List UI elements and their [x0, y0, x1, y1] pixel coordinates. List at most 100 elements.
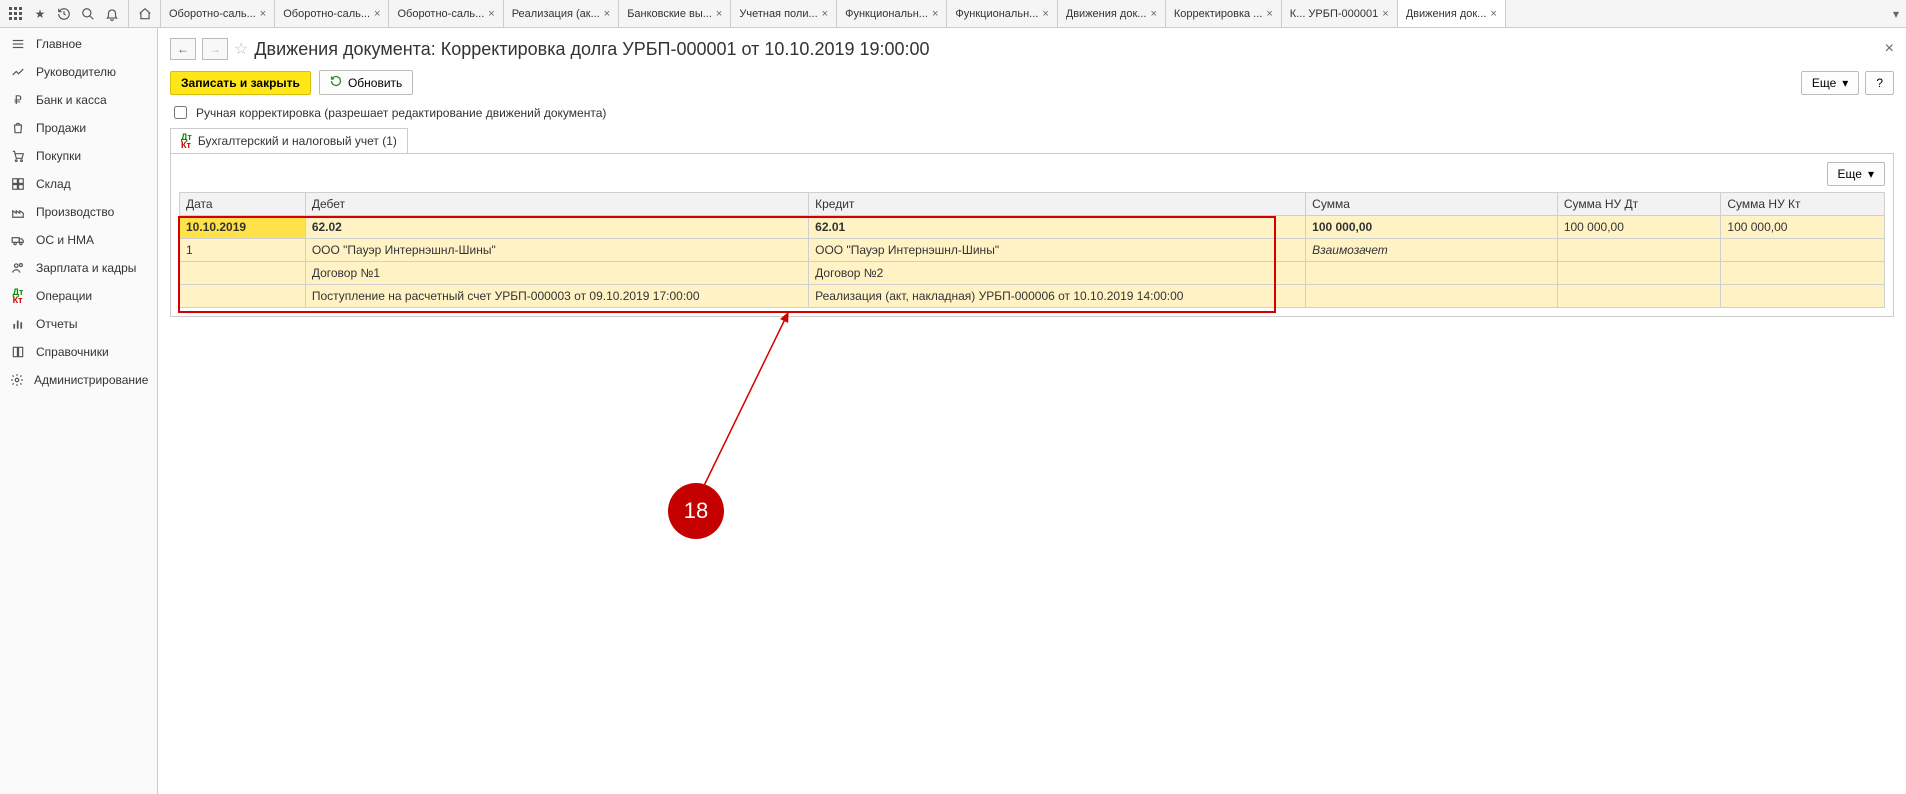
help-button[interactable]: ?	[1865, 71, 1894, 95]
th-nukt[interactable]: Сумма НУ Кт	[1721, 193, 1885, 216]
sidebar-label: Справочники	[36, 345, 109, 359]
menu-toggle[interactable]: Главное	[0, 30, 157, 58]
th-credit[interactable]: Кредит	[809, 193, 1306, 216]
top-tab[interactable]: Реализация (ак...×	[504, 0, 619, 27]
tab-accounting[interactable]: ДтКт Бухгалтерский и налоговый учет (1)	[170, 128, 408, 153]
sidebar-item-bank[interactable]: ₽ Банк и касса	[0, 86, 157, 114]
th-date[interactable]: Дата	[180, 193, 306, 216]
top-tab-label: Корректировка ...	[1174, 8, 1262, 20]
close-view-button[interactable]: ×	[1885, 40, 1894, 58]
sidebar-item-operations[interactable]: ДтКт Операции	[0, 282, 157, 310]
bell-icon[interactable]	[102, 4, 122, 24]
sidebar-item-catalogs[interactable]: Справочники	[0, 338, 157, 366]
sidebar-item-assets[interactable]: ОС и НМА	[0, 226, 157, 254]
sidebar-item-sales[interactable]: Продажи	[0, 114, 157, 142]
cell-empty[interactable]	[1721, 285, 1885, 308]
top-tab-label: Движения док...	[1066, 8, 1147, 20]
top-tab[interactable]: Функциональн... ×	[837, 0, 947, 27]
sidebar-item-manager[interactable]: Руководителю	[0, 58, 157, 86]
sidebar-label: ОС и НМА	[36, 233, 94, 247]
cell-nudt[interactable]: 100 000,00	[1557, 216, 1721, 239]
top-tab-label: Функциональн...	[955, 8, 1038, 20]
people-icon	[10, 260, 26, 276]
sidebar-item-payroll[interactable]: Зарплата и кадры	[0, 254, 157, 282]
close-icon[interactable]: ×	[488, 8, 494, 20]
sidebar-label: Зарплата и кадры	[36, 261, 136, 275]
close-icon[interactable]: ×	[1150, 8, 1156, 20]
top-tab[interactable]: Банковские вы...×	[619, 0, 731, 27]
cell-empty[interactable]	[1721, 239, 1885, 262]
close-icon[interactable]: ×	[1042, 8, 1048, 20]
top-tab[interactable]: К... УРБП-000001×	[1282, 0, 1398, 27]
favorite-star-icon[interactable]: ☆	[234, 39, 248, 59]
cell-nukt[interactable]: 100 000,00	[1721, 216, 1885, 239]
chevron-down-icon: ▾	[1842, 76, 1848, 90]
close-icon[interactable]: ×	[374, 8, 380, 20]
dtkt-icon: ДтКт	[181, 133, 192, 149]
star-icon[interactable]: ★	[30, 4, 50, 24]
sidebar-item-warehouse[interactable]: Склад	[0, 170, 157, 198]
tab-accounting-label: Бухгалтерский и налоговый учет (1)	[198, 134, 397, 148]
tab-overflow-icon[interactable]: ▾	[1886, 0, 1906, 27]
gear-icon	[10, 372, 24, 388]
nav-forward-button[interactable]: →	[202, 38, 228, 60]
factory-icon	[10, 204, 26, 220]
top-tab[interactable]: Учетная поли... ×	[731, 0, 837, 27]
sidebar-label: Руководителю	[36, 65, 116, 79]
close-icon[interactable]: ×	[1266, 8, 1272, 20]
cell-empty[interactable]	[1557, 239, 1721, 262]
apps-icon[interactable]	[6, 4, 26, 24]
sidebar-label: Продажи	[36, 121, 86, 135]
refresh-label: Обновить	[348, 76, 402, 90]
refresh-button[interactable]: Обновить	[319, 70, 413, 95]
sidebar-item-production[interactable]: Производство	[0, 198, 157, 226]
close-icon[interactable]: ×	[1490, 8, 1496, 20]
more-label: Еще	[1812, 76, 1836, 90]
annotation-badge: 18	[668, 483, 724, 539]
close-icon[interactable]: ×	[604, 8, 610, 20]
top-tab[interactable]: Оборотно-саль...×	[275, 0, 389, 27]
sidebar-item-purchases[interactable]: Покупки	[0, 142, 157, 170]
top-tab[interactable]: Функциональн... ×	[947, 0, 1057, 27]
sidebar-item-reports[interactable]: Отчеты	[0, 310, 157, 338]
close-icon[interactable]: ×	[716, 8, 722, 20]
close-icon[interactable]: ×	[932, 8, 938, 20]
top-tab[interactable]: Движения док...×	[1398, 0, 1506, 27]
cell-sum-note[interactable]: Взаимозачет	[1306, 239, 1558, 262]
top-tab[interactable]: Оборотно-саль...×	[389, 0, 503, 27]
top-tab[interactable]: Движения док...×	[1058, 0, 1166, 27]
cell-empty[interactable]	[1557, 285, 1721, 308]
top-tab[interactable]: Оборотно-саль...×	[161, 0, 275, 27]
close-icon[interactable]: ×	[260, 8, 266, 20]
page-title: Движения документа: Корректировка долга …	[254, 39, 929, 60]
nav-back-button[interactable]: ←	[170, 38, 196, 60]
close-icon[interactable]: ×	[1382, 8, 1388, 20]
ruble-icon: ₽	[10, 92, 26, 108]
th-sum[interactable]: Сумма	[1306, 193, 1558, 216]
top-tab-label: Функциональн...	[845, 8, 928, 20]
save-close-button[interactable]: Записать и закрыть	[170, 71, 311, 95]
cell-empty[interactable]	[1306, 262, 1558, 285]
search-icon[interactable]	[78, 4, 98, 24]
cell-empty[interactable]	[1721, 262, 1885, 285]
pane-more-button[interactable]: Еще ▾	[1827, 162, 1885, 186]
history-icon[interactable]	[54, 4, 74, 24]
sidebar-label: Банк и касса	[36, 93, 107, 107]
boxes-icon	[10, 176, 26, 192]
close-icon[interactable]: ×	[822, 8, 828, 20]
top-tab-label: Движения док...	[1406, 8, 1487, 20]
sidebar-item-admin[interactable]: Администрирование	[0, 366, 157, 394]
th-nudt[interactable]: Сумма НУ Дт	[1557, 193, 1721, 216]
more-button[interactable]: Еще ▾	[1801, 71, 1859, 95]
cart-icon	[10, 148, 26, 164]
top-tab[interactable]: Корректировка ... ×	[1166, 0, 1282, 27]
top-tab-label: Учетная поли...	[739, 8, 817, 20]
home-tab[interactable]	[129, 0, 161, 27]
manual-edit-checkbox[interactable]	[174, 106, 187, 119]
book-icon	[10, 344, 26, 360]
more-label: Еще	[1838, 167, 1862, 181]
cell-empty[interactable]	[1557, 262, 1721, 285]
cell-empty[interactable]	[1306, 285, 1558, 308]
cell-sum[interactable]: 100 000,00	[1306, 216, 1558, 239]
th-debet[interactable]: Дебет	[305, 193, 808, 216]
